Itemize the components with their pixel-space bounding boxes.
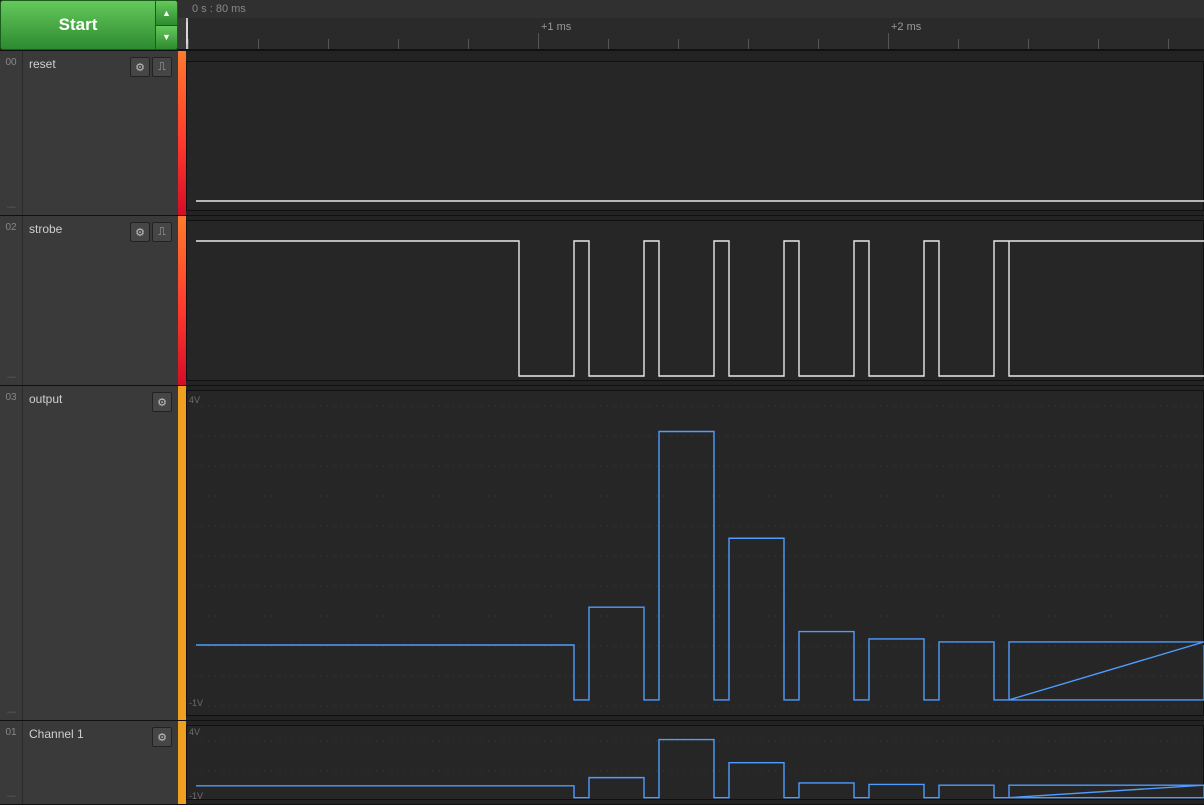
drag-grip-icon[interactable]: ┅┅	[7, 375, 15, 381]
ruler-tick	[188, 39, 189, 49]
channel-row-ch1: 01┅┅ Channel 1 ⚙ 4V-1V	[0, 720, 1204, 805]
start-button[interactable]: Start	[0, 0, 156, 50]
ruler-tick	[328, 39, 329, 49]
ruler-tick	[958, 39, 959, 49]
waveform-area-reset[interactable]	[186, 51, 1204, 215]
channel-index: 01┅┅	[0, 721, 22, 804]
trigger-icon[interactable]: ⎍	[152, 222, 172, 242]
gear-icon[interactable]: ⚙	[130, 222, 150, 242]
ruler-tick	[818, 39, 819, 49]
ruler-tick	[748, 39, 749, 49]
ruler-tick: +1 ms	[538, 33, 539, 49]
ruler-tick	[258, 39, 259, 49]
channel-label-reset[interactable]: reset ⚙⎍	[22, 51, 178, 215]
channel-rows: 00┅┅reset⚙⎍02┅┅strobe⚙⎍03┅┅output⚙4V-1V0…	[0, 50, 1204, 805]
channel-color-marker	[178, 721, 186, 804]
start-arrow-group: ▲ ▼	[156, 0, 178, 50]
drag-grip-icon[interactable]: ┅┅	[7, 205, 15, 211]
gear-icon[interactable]: ⚙	[152, 727, 172, 747]
arrow-down-button[interactable]: ▼	[156, 25, 178, 51]
waveform-path	[196, 740, 1204, 798]
gear-icon[interactable]: ⚙	[130, 57, 150, 77]
channel-name: reset	[29, 57, 56, 71]
ruler-tick	[1028, 39, 1029, 49]
ruler-tick	[1168, 39, 1169, 49]
ruler-tick	[1098, 39, 1099, 49]
ruler-tick	[398, 39, 399, 49]
channel-color-marker	[178, 216, 186, 385]
timeline-ruler[interactable]: +1 ms +2 ms	[178, 18, 1204, 50]
time-position-label: 0 s : 80 ms	[178, 0, 1204, 18]
waveform-area-ch1[interactable]: 4V-1V	[186, 721, 1204, 804]
channel-name: output	[29, 392, 62, 406]
waveform-area-output[interactable]: 4V-1V	[186, 386, 1204, 720]
channel-index: 03┅┅	[0, 386, 22, 720]
channel-index: 00┅┅	[0, 51, 22, 215]
trigger-icon[interactable]: ⎍	[152, 57, 172, 77]
waveform-area-strobe[interactable]	[186, 216, 1204, 385]
channel-row-strobe: 02┅┅ strobe ⚙⎍	[0, 215, 1204, 385]
channel-label-strobe[interactable]: strobe ⚙⎍	[22, 216, 178, 385]
timeline-cursor-handle[interactable]	[178, 18, 188, 49]
ruler-tick	[608, 39, 609, 49]
channel-row-output: 03┅┅ output ⚙ 4V-1V	[0, 385, 1204, 720]
channel-index: 02┅┅	[0, 216, 22, 385]
ruler-tick	[678, 39, 679, 49]
drag-grip-icon[interactable]: ┅┅	[7, 794, 15, 800]
channel-color-marker	[178, 386, 186, 720]
ruler-tick: +2 ms	[888, 33, 889, 49]
gear-icon[interactable]: ⚙	[152, 392, 172, 412]
channel-name: Channel 1	[29, 727, 84, 741]
waveform-path	[196, 241, 1204, 376]
arrow-up-button[interactable]: ▲	[156, 0, 178, 25]
ruler-tick-label: +2 ms	[891, 21, 921, 33]
channel-label-output[interactable]: output ⚙	[22, 386, 178, 720]
ruler-tick	[468, 39, 469, 49]
channel-label-ch1[interactable]: Channel 1 ⚙	[22, 721, 178, 804]
channel-color-marker	[178, 51, 186, 215]
channel-row-reset: 00┅┅ reset ⚙⎍	[0, 50, 1204, 215]
channel-name: strobe	[29, 222, 62, 236]
drag-grip-icon[interactable]: ┅┅	[7, 710, 15, 716]
waveform-path	[196, 432, 1204, 700]
ruler-tick-label: +1 ms	[541, 21, 571, 33]
